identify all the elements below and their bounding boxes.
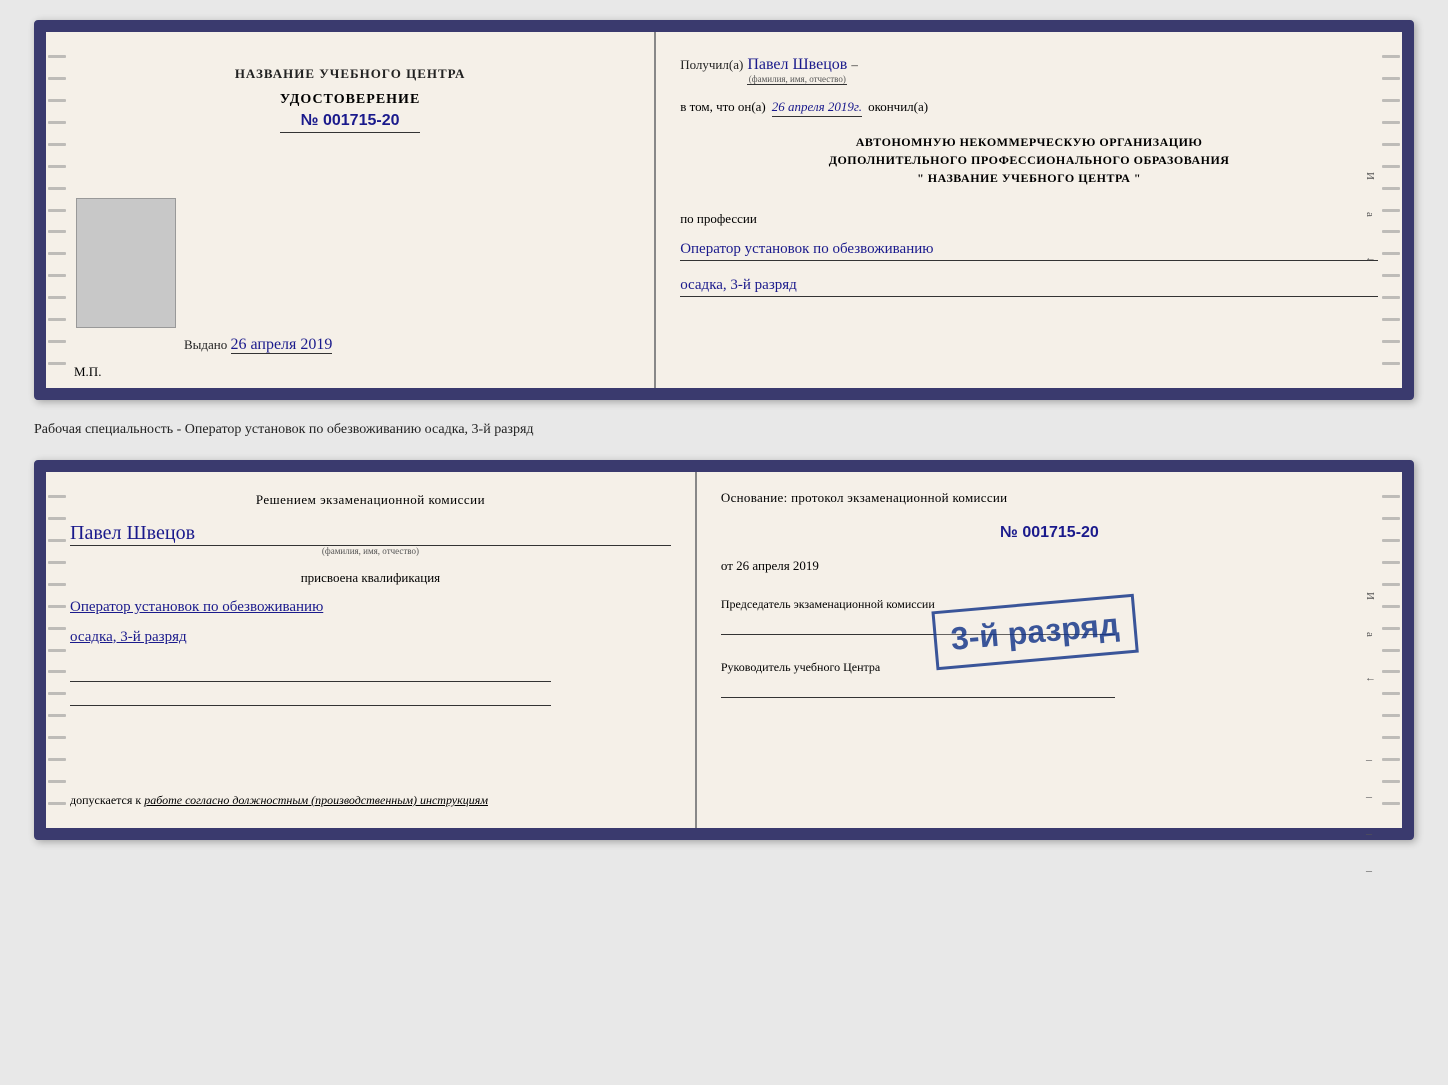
document-1: НАЗВАНИЕ УЧЕБНОГО ЦЕНТРА УДОСТОВЕРЕНИЕ №… [34, 20, 1414, 400]
qualification-text: Оператор установок по обезвоживанию [70, 596, 671, 619]
razryad-handwritten-1: осадка, 3-й разряд [680, 277, 1378, 297]
razryad-text: осадка, 3-й разряд [70, 629, 671, 646]
binding-lines-right-2 [1380, 472, 1402, 828]
fio-sub-2: (фамилия, имя, отчество) [70, 545, 671, 556]
middle-text: Рабочая специальность - Оператор установ… [34, 418, 1414, 442]
fio-sub-1: (фамилия, имя, отчество) [749, 74, 846, 84]
rukovoditel-block: Руководитель учебного Центра [721, 659, 1378, 698]
signature-lines [70, 664, 671, 706]
dopuskaetsya-label: допускается к [70, 793, 141, 807]
avtonom-line2: ДОПОЛНИТЕЛЬНОГО ПРОФЕССИОНАЛЬНОГО ОБРАЗО… [680, 151, 1378, 169]
resheniem-title: Решением экзаменационной комиссии [70, 492, 671, 508]
side-annotation-i: И [1364, 172, 1376, 180]
fio-wrapper-1: Павел Швецов (фамилия, имя, отчество) [747, 56, 847, 85]
side-annotation-a-2: а [1364, 632, 1376, 637]
mp-label: М.П. [74, 364, 101, 380]
dopuskaetsya-block: допускается к работе согласно должностны… [70, 779, 671, 808]
doc2-right-panel: Основание: протокол экзаменационной коми… [697, 472, 1402, 828]
po-professii-label: по профессии [680, 211, 1378, 227]
okончил-label: окончил(а) [868, 99, 928, 115]
side-annotation-i-2: И [1364, 592, 1376, 600]
photo-placeholder [76, 198, 176, 328]
side-annotation-arrow-2: ← [1365, 672, 1376, 684]
rukovoditel-label: Руководитель учебного Центра [721, 659, 1378, 676]
vydano-label: Выдано [184, 337, 227, 352]
rukovoditel-sig-line [721, 680, 1115, 698]
doc1-left-panel: НАЗВАНИЕ УЧЕБНОГО ЦЕНТРА УДОСТОВЕРЕНИЕ №… [46, 32, 656, 388]
page-container: НАЗВАНИЕ УЧЕБНОГО ЦЕНТРА УДОСТОВЕРЕНИЕ №… [34, 20, 1414, 840]
poluchil-line: Получил(а) Павел Швецов (фамилия, имя, о… [680, 56, 1378, 85]
dash-1: – [851, 57, 858, 73]
vydano-block: Выдано 26 апреля 2019 [74, 336, 332, 364]
binding-lines-right-1 [1380, 32, 1402, 388]
ot-date: от 26 апреля 2019 [721, 558, 1378, 574]
protocol-number: № 001715-20 [721, 524, 1378, 542]
avtonom-line1: АВТОНОМНУЮ НЕКОММЕРЧЕСКУЮ ОРГАНИЗАЦИЮ [680, 133, 1378, 151]
prisvoena-text: присвоена квалификация [70, 570, 671, 586]
poluchil-label: Получил(а) [680, 57, 743, 73]
binding-lines-left [46, 32, 68, 388]
doc1-right-panel: Получил(а) Павел Швецов (фамилия, имя, о… [656, 32, 1402, 388]
sig-line-1 [70, 664, 551, 682]
fio-handwritten-1: Павел Швецов [747, 56, 847, 74]
vtom-line: в том, что он(а) 26 апреля 2019г. окончи… [680, 99, 1378, 117]
avtonom-block: АВТОНОМНУЮ НЕКОММЕРЧЕСКУЮ ОРГАНИЗАЦИЮ ДО… [680, 133, 1378, 187]
vtom-label: в том, что он(а) [680, 99, 766, 115]
fio-wrapper-2: Павел Швецов (фамилия, имя, отчество) [70, 520, 671, 556]
udostoverenie-label: УДОСТОВЕРЕНИЕ [280, 92, 420, 108]
side-annotation-arrow: ← [1365, 252, 1376, 264]
vtom-date: 26 апреля 2019г. [772, 99, 862, 117]
binding-lines-left-2 [46, 472, 68, 828]
side-annotation-a: а [1364, 212, 1376, 217]
center-title-1: НАЗВАНИЕ УЧЕБНОГО ЦЕНТРА [235, 66, 466, 82]
avtonom-line3: " НАЗВАНИЕ УЧЕБНОГО ЦЕНТРА " [680, 169, 1378, 187]
fio-large: Павел Швецов [70, 522, 671, 545]
osnovanie-title: Основание: протокол экзаменационной коми… [721, 490, 1378, 506]
profession-handwritten: Оператор установок по обезвоживанию [680, 241, 1378, 261]
udostoverenie-number: № 001715-20 [280, 112, 420, 133]
udostoverenie-block: УДОСТОВЕРЕНИЕ № 001715-20 [280, 92, 420, 133]
vydano-date: 26 апреля 2019 [231, 336, 333, 354]
doc2-left-panel: Решением экзаменационной комиссии Павел … [46, 472, 697, 828]
dopusk-text: работе согласно должностным (производств… [144, 793, 488, 807]
right-dashes: – – – – [1366, 752, 1372, 878]
sig-line-2 [70, 688, 551, 706]
document-2: Решением экзаменационной комиссии Павел … [34, 460, 1414, 840]
